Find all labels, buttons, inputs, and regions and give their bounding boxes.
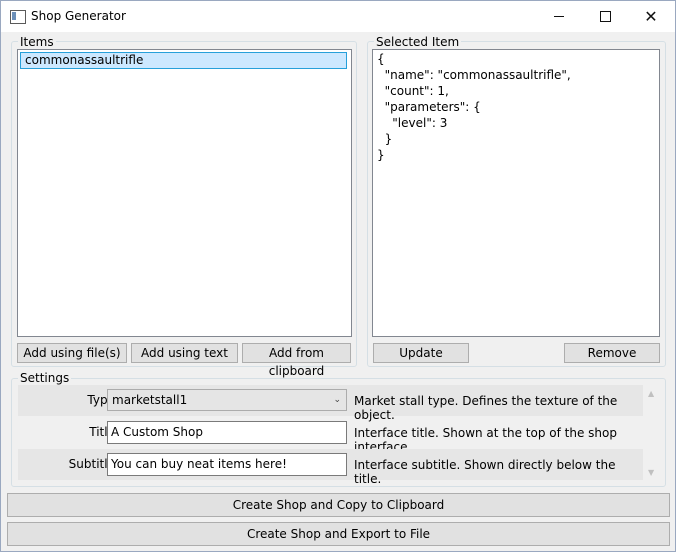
- settings-row-subtitle: Subtitle: You can buy neat items here! I…: [18, 449, 643, 486]
- update-button[interactable]: Update: [373, 343, 469, 363]
- remove-button[interactable]: Remove: [564, 343, 660, 363]
- json-line: "name": "commonassaultrifle",: [377, 68, 571, 82]
- app-window-icon: [10, 10, 26, 24]
- subtitle-input[interactable]: You can buy neat items here!: [107, 453, 347, 476]
- chevron-down-icon: ⌄: [333, 395, 341, 405]
- title-bar: Shop Generator ✕: [1, 1, 675, 32]
- minimize-icon: [554, 16, 564, 17]
- close-button[interactable]: ✕: [628, 1, 674, 32]
- type-select[interactable]: marketstall1 ⌄: [107, 389, 347, 411]
- add-using-files-button[interactable]: Add using file(s): [17, 343, 127, 363]
- create-and-export-button[interactable]: Create Shop and Export to File: [7, 522, 670, 546]
- settings-group-label: Settings: [18, 371, 72, 385]
- settings-scrollbar[interactable]: ▲ ▼: [645, 386, 660, 480]
- type-select-value: marketstall1: [112, 393, 188, 407]
- items-list[interactable]: commonassaultrifle: [17, 49, 352, 337]
- add-using-text-button[interactable]: Add using text: [131, 343, 238, 363]
- window-title: Shop Generator: [31, 9, 126, 23]
- scroll-down-icon[interactable]: ▼: [648, 468, 654, 477]
- maximize-button[interactable]: [582, 1, 628, 32]
- json-line: }: [377, 132, 393, 146]
- minimize-button[interactable]: [536, 1, 582, 32]
- create-and-copy-button[interactable]: Create Shop and Copy to Clipboard: [7, 493, 670, 517]
- subtitle-description: Interface subtitle. Shown directly below…: [354, 458, 616, 486]
- scroll-up-icon[interactable]: ▲: [648, 389, 654, 398]
- selected-item-json-editor[interactable]: { "name": "commonassaultrifle", "count":…: [372, 49, 660, 337]
- settings-row-type: Type: marketstall1 ⌄ Market stall type. …: [18, 385, 643, 422]
- close-icon: ✕: [644, 7, 658, 26]
- items-group-label: Items: [18, 35, 56, 49]
- json-line: "parameters": {: [377, 100, 481, 114]
- add-from-clipboard-button[interactable]: Add from clipboard: [242, 343, 351, 378]
- selected-item-group-label: Selected Item: [374, 35, 462, 49]
- settings-grid: Type: marketstall1 ⌄ Market stall type. …: [18, 385, 643, 486]
- json-line: {: [377, 52, 385, 66]
- app-window: Shop Generator ✕ Items commonassaultrifl…: [0, 0, 676, 552]
- json-line: }: [377, 148, 385, 162]
- settings-row-title: Title: A Custom Shop Interface title. Sh…: [18, 417, 643, 454]
- maximize-icon: [599, 11, 611, 22]
- json-line: "count": 1,: [377, 84, 449, 98]
- title-input[interactable]: A Custom Shop: [107, 421, 347, 444]
- list-item[interactable]: commonassaultrifle: [20, 52, 347, 69]
- json-line: "level": 3: [377, 116, 448, 130]
